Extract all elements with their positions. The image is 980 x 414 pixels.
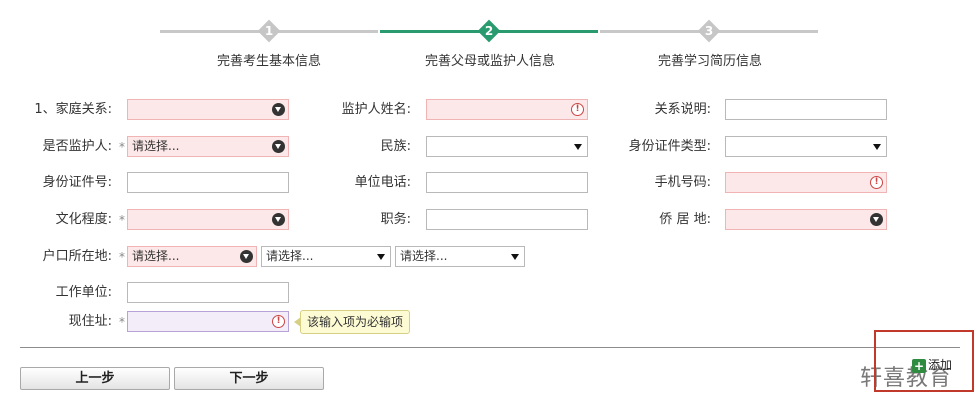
error-icon: ! [870,176,883,189]
is-guardian-label: 是否监护人: [42,139,112,154]
education-label: 文化程度: [55,212,112,227]
work-phone-label: 单位电话: [354,175,411,190]
error-icon: ! [571,103,584,116]
chevron-down-icon [511,254,519,260]
hukou-province-value: 请选择... [132,249,180,263]
mobile-label: 手机号码: [654,175,711,190]
step-3-label: 完善学习简历信息 [657,54,762,69]
workplace-input[interactable] [127,282,289,303]
dropdown-icon [272,103,285,116]
workplace-label: 工作单位: [55,285,112,300]
relation-desc-label: 关系说明: [654,102,711,117]
mobile-input[interactable]: ! [725,172,887,193]
hukou-province-select[interactable]: 请选择... [127,246,257,267]
prev-step-button[interactable]: 上一步 [20,367,170,390]
id-number-label: 身份证件号: [42,175,112,190]
chevron-down-icon [574,144,582,150]
ethnicity-label: 民族: [380,139,411,154]
hukou-district-value: 请选择... [400,249,448,263]
dropdown-icon [870,213,883,226]
step-2-label: 完善父母或监护人信息 [424,54,555,69]
work-phone-input[interactable] [426,172,588,193]
relation-desc-input[interactable] [725,99,887,120]
guardian-name-input[interactable]: ! [426,99,588,120]
position-input[interactable] [426,209,588,230]
dropdown-icon [240,250,253,263]
add-button[interactable]: + 添加 [912,358,952,373]
overseas-select[interactable] [725,209,887,230]
hukou-city-select[interactable]: 请选择... [261,246,391,267]
divider [20,347,960,348]
required-mark: * [119,250,125,264]
step-2-number: 2 [484,24,494,38]
education-select[interactable] [127,209,289,230]
overseas-label: 侨 居 地: [659,212,711,227]
is-guardian-value: 请选择... [132,139,180,153]
id-type-select[interactable] [725,136,887,157]
address-input[interactable]: ! [127,311,289,332]
step-1-number: 1 [264,24,274,38]
is-guardian-select[interactable]: 请选择... [127,136,289,157]
add-label: 添加 [928,358,953,372]
id-number-input[interactable] [127,172,289,193]
hukou-label: 户口所在地: [42,249,112,264]
address-label: 现住址: [68,314,112,329]
chevron-down-icon [377,254,385,260]
ethnicity-select[interactable] [426,136,588,157]
next-step-button[interactable]: 下一步 [174,367,324,390]
hukou-district-select[interactable]: 请选择... [395,246,525,267]
validation-tooltip: 该输入项为必输项 [293,310,411,334]
step-1-label: 完善考生基本信息 [216,54,321,69]
error-icon: ! [272,315,285,328]
required-mark: * [119,140,125,154]
guardian-name-label: 监护人姓名: [341,102,411,117]
position-label: 职务: [380,212,411,227]
id-type-label: 身份证件类型: [628,139,711,154]
hukou-city-value: 请选择... [266,249,314,263]
plus-icon: + [912,358,926,373]
relation-select[interactable] [127,99,289,120]
required-mark: * [119,213,125,227]
relation-label: 1、家庭关系: [34,102,112,117]
step-3-number: 3 [704,24,714,38]
dropdown-icon [272,140,285,153]
required-mark: * [119,315,125,329]
dropdown-icon [272,213,285,226]
chevron-down-icon [873,144,881,150]
